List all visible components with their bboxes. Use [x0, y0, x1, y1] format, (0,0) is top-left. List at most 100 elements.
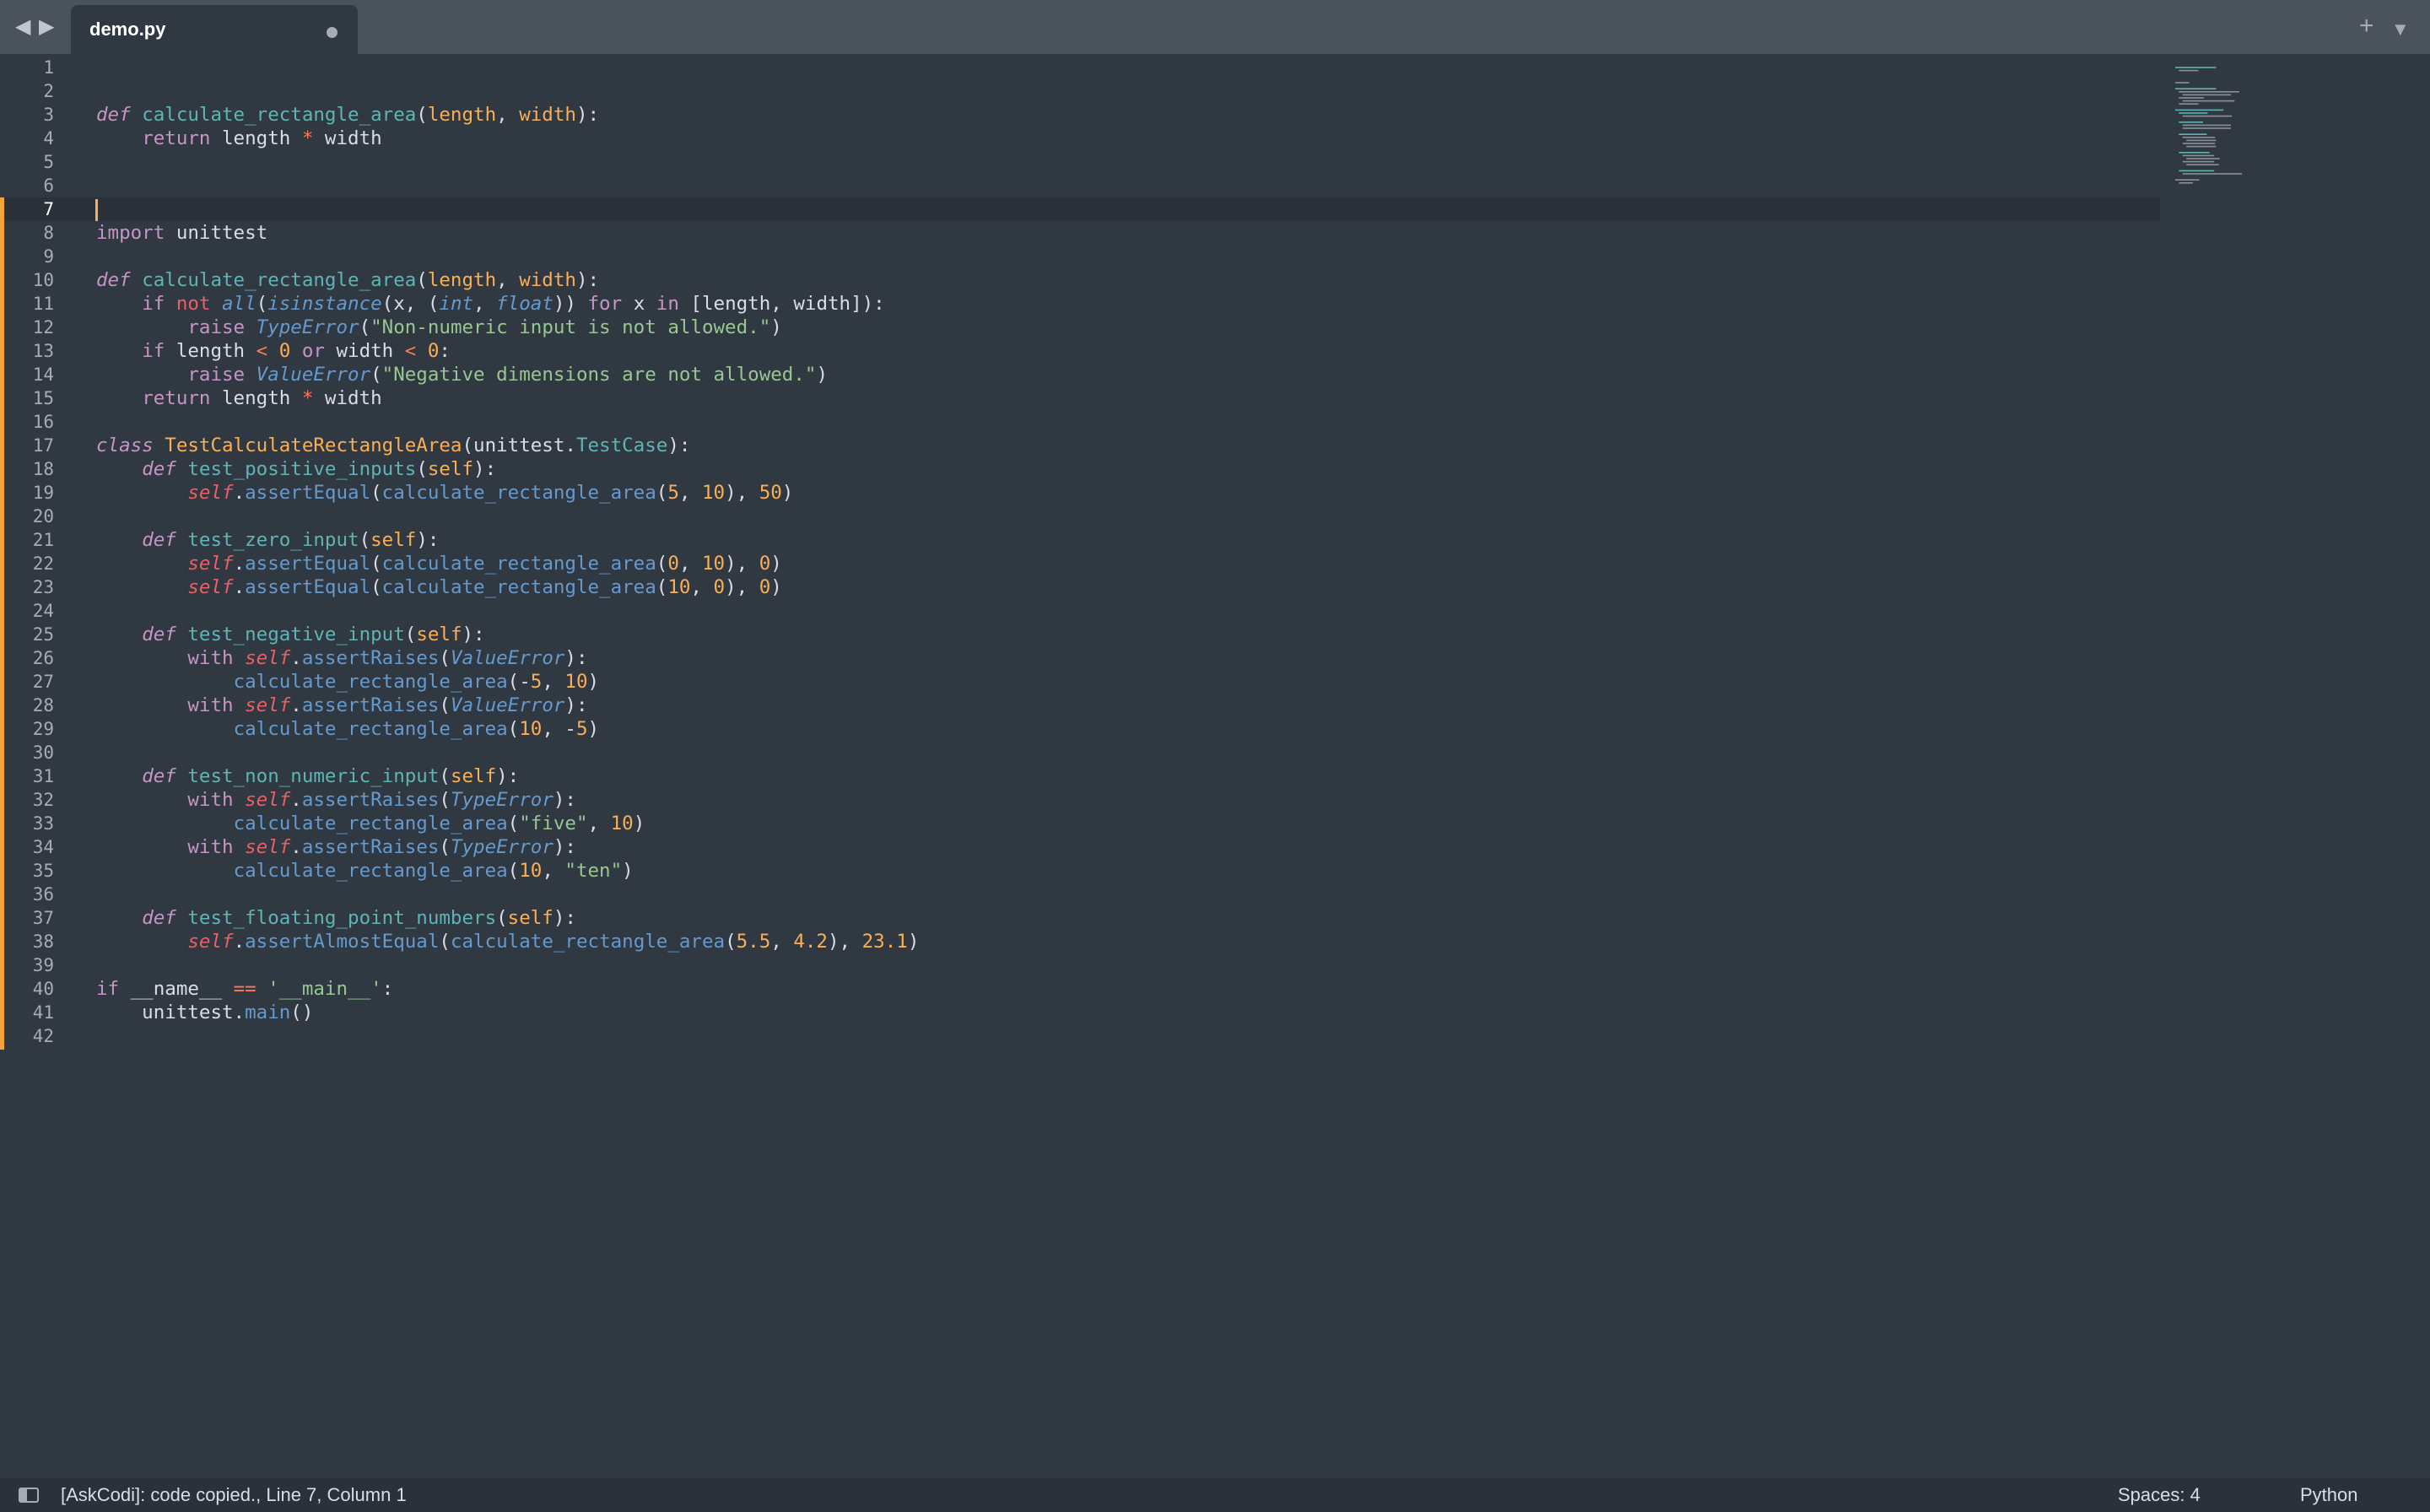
code-line[interactable]: 42 [0, 1024, 2160, 1048]
minimap-line [2182, 154, 2215, 157]
code-line[interactable]: 6 [0, 174, 2160, 197]
code-line[interactable]: 9 [0, 245, 2160, 268]
code-text: raise TypeError("Non-numeric input is no… [187, 316, 782, 338]
code-line[interactable]: 39 [0, 953, 2160, 977]
code-line[interactable]: 13 if length < 0 or width < 0: [0, 339, 2160, 363]
code-line[interactable]: 1 [0, 56, 2160, 79]
code-line[interactable]: 27 calculate_rectangle_area(-5, 10) [0, 670, 2160, 694]
line-number: 4 [43, 128, 54, 148]
code-line[interactable]: 12 raise TypeError("Non-numeric input is… [0, 316, 2160, 339]
code-text: if not all(isinstance(x, (int, float)) f… [142, 293, 885, 315]
code-line[interactable]: 8 import unittest [0, 221, 2160, 245]
code-line[interactable]: 32 with self.assertRaises(TypeError): [0, 788, 2160, 812]
minimap-line [2186, 139, 2217, 142]
code-line[interactable]: 33 calculate_rectangle_area("five", 10) [0, 812, 2160, 835]
code-editor[interactable]: 1 2 3 def calculate_rectangle_area(length, … [0, 56, 2160, 1048]
minimap-line [2182, 173, 2243, 175]
forward-arrow-icon[interactable]: ▶ [39, 17, 54, 37]
minimap-line [2179, 91, 2239, 93]
code-line[interactable]: 23 self.assertEqual(calculate_rectangle_… [0, 575, 2160, 599]
syntax-selector[interactable]: Python [2300, 1485, 2358, 1505]
code-line[interactable]: 29 calculate_rectangle_area(10, -5) [0, 717, 2160, 741]
minimap-line [2182, 143, 2216, 144]
code-line[interactable]: 22 self.assertEqual(calculate_rectangle_… [0, 552, 2160, 575]
code-line[interactable]: 14 raise ValueError("Negative dimensions… [0, 363, 2160, 386]
code-line[interactable]: 20 [0, 505, 2160, 528]
minimap[interactable] [2174, 61, 2308, 196]
minimap-line [2186, 164, 2219, 165]
status-bar: [AskCodi]: code copied., Line 7, Column … [0, 1478, 2430, 1512]
minimap-line [2175, 109, 2224, 111]
line-number: 39 [32, 955, 54, 975]
code-text: self.assertEqual(calculate_rectangle_are… [187, 576, 782, 598]
code-line[interactable]: 30 [0, 741, 2160, 764]
code-line[interactable]: 3 def calculate_rectangle_area(length, wi… [0, 103, 2160, 127]
minimap-line [2182, 94, 2231, 96]
code-line[interactable]: 5 [0, 150, 2160, 174]
tab-demo-py[interactable]: demo.py [71, 5, 358, 54]
line-number: 26 [32, 648, 54, 668]
code-line[interactable]: 38 self.assertAlmostEqual(calculate_rect… [0, 930, 2160, 953]
tab-menu-icon[interactable]: ▼ [2391, 17, 2410, 42]
code-line[interactable]: 25 def test_negative_input(self): [0, 623, 2160, 646]
code-line[interactable]: 4 return length * width [0, 127, 2160, 150]
line-number: 5 [43, 152, 54, 172]
code-text: class TestCalculateRectangleArea(unittes… [96, 435, 691, 456]
code-line[interactable]: 31 def test_non_numeric_input(self): [0, 764, 2160, 788]
code-line[interactable]: 7 [0, 197, 2160, 221]
unsaved-dot-icon[interactable] [327, 27, 338, 38]
code-line[interactable]: 11 if not all(isinstance(x, (int, float)… [0, 292, 2160, 316]
code-line[interactable]: 28 with self.assertRaises(ValueError): [0, 694, 2160, 717]
code-text: calculate_rectangle_area("five", 10) [233, 813, 645, 834]
code-line[interactable]: 2 [0, 79, 2160, 103]
code-line[interactable]: 26 with self.assertRaises(ValueError): [0, 646, 2160, 670]
code-line[interactable]: 17 class TestCalculateRectangleArea(unitt… [0, 434, 2160, 457]
code-text: calculate_rectangle_area(-5, 10) [233, 671, 600, 693]
line-number: 16 [32, 412, 54, 432]
code-line[interactable]: 18 def test_positive_inputs(self): [0, 457, 2160, 481]
minimap-line [2182, 100, 2235, 102]
code-text: with self.assertRaises(ValueError): [187, 694, 588, 716]
code-text: if length < 0 or width < 0: [142, 340, 451, 362]
code-line[interactable]: 24 [0, 599, 2160, 623]
code-text: def test_zero_input(self): [142, 529, 440, 551]
minimap-line [2182, 115, 2233, 117]
minimap-line [2182, 124, 2231, 127]
line-number: 42 [32, 1026, 54, 1046]
line-number: 15 [32, 388, 54, 408]
sidebar-toggle-icon[interactable] [19, 1488, 39, 1503]
code-line[interactable]: 19 self.assertEqual(calculate_rectangle_… [0, 481, 2160, 505]
line-number: 20 [32, 506, 54, 526]
line-number: 13 [32, 341, 54, 361]
line-number: 36 [32, 884, 54, 904]
code-line[interactable]: 21 def test_zero_input(self): [0, 528, 2160, 552]
minimap-line [2175, 67, 2217, 68]
back-arrow-icon[interactable]: ◀ [15, 17, 30, 37]
line-number: 29 [32, 719, 54, 739]
line-number: 23 [32, 577, 54, 597]
code-line[interactable]: 15 return length * width [0, 386, 2160, 410]
code-line[interactable]: 34 with self.assertRaises(TypeError): [0, 835, 2160, 859]
tab-bar: ◀ ▶ demo.py + ▼ [0, 0, 2430, 54]
code-text: import unittest [96, 222, 268, 244]
line-number: 3 [43, 105, 54, 125]
code-line[interactable]: 40 if __name__ == '__main__': [0, 977, 2160, 1001]
code-line[interactable]: 10 def calculate_rectangle_area(length, w… [0, 268, 2160, 292]
minimap-line [2175, 88, 2217, 89]
code-line[interactable]: 16 [0, 410, 2160, 434]
new-tab-icon[interactable]: + [2359, 14, 2374, 39]
line-number: 1 [43, 57, 54, 78]
code-line[interactable]: 35 calculate_rectangle_area(10, "ten") [0, 859, 2160, 883]
line-number: 35 [32, 861, 54, 881]
code-text: self.assertEqual(calculate_rectangle_are… [187, 482, 794, 504]
indentation-setting[interactable]: Spaces: 4 [2118, 1485, 2200, 1505]
code-line[interactable]: 41 unittest.main() [0, 1001, 2160, 1024]
line-number: 19 [32, 483, 54, 503]
line-number: 38 [32, 932, 54, 952]
code-line[interactable]: 37 def test_floating_point_numbers(self)… [0, 906, 2160, 930]
code-line[interactable]: 36 [0, 883, 2160, 906]
code-text: with self.assertRaises(TypeError): [187, 836, 576, 858]
code-text: raise ValueError("Negative dimensions ar… [187, 364, 828, 386]
line-number: 22 [32, 554, 54, 574]
line-number: 14 [32, 364, 54, 385]
